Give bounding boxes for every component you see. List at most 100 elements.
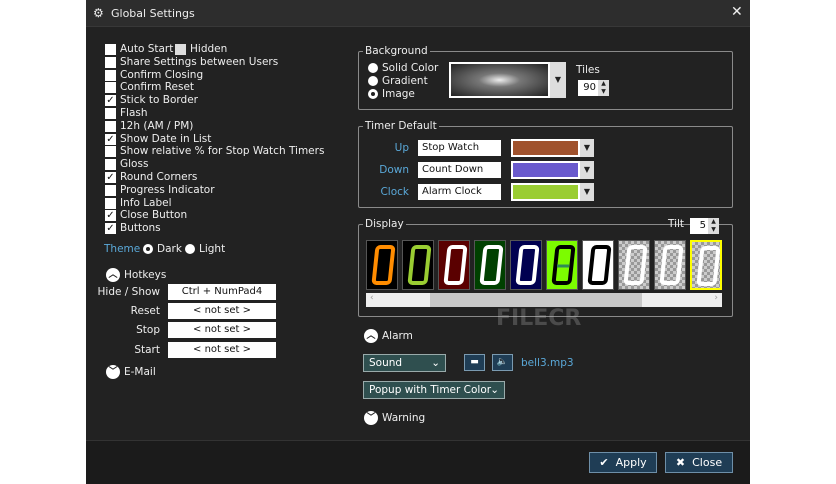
- apply-label: Apply: [615, 456, 647, 469]
- display-style-tile[interactable]: [474, 240, 506, 290]
- display-scrollbar[interactable]: ‹ ›: [366, 293, 722, 307]
- chevron-up-icon[interactable]: ︿: [106, 268, 120, 282]
- display-style-tile[interactable]: [618, 240, 650, 290]
- hotkey-label: Hide / Show: [97, 286, 160, 298]
- digit-zero: [623, 245, 648, 285]
- timer-color-swatch[interactable]: [511, 183, 580, 201]
- timer-type-label: Clock: [380, 186, 409, 198]
- hotkeys-header[interactable]: Hotkeys: [124, 269, 166, 281]
- close-button[interactable]: ✖ Close: [665, 452, 733, 473]
- option-label: Close Button: [120, 209, 188, 222]
- popup-select[interactable]: Popup with Timer Color ⌄: [363, 381, 505, 399]
- chevron-down-icon[interactable]: ▼: [580, 183, 594, 201]
- theme-light-label: Light: [199, 243, 226, 255]
- timer-color-swatch[interactable]: [511, 139, 580, 157]
- window-title: Global Settings: [111, 7, 195, 20]
- background-option-label: Solid Color: [382, 62, 439, 74]
- option-checkbox[interactable]: ✓: [105, 172, 116, 183]
- option-checkbox[interactable]: [105, 82, 116, 94]
- tiles-input[interactable]: 90: [578, 80, 598, 96]
- alarm-header[interactable]: Alarm: [382, 330, 413, 342]
- scroll-left-icon[interactable]: ‹: [370, 293, 374, 303]
- hidden-label: Hidden: [190, 43, 228, 55]
- theme-dark-radio[interactable]: [143, 244, 153, 254]
- hidden-checkbox[interactable]: [175, 44, 186, 55]
- scrollbar-thumb[interactable]: [430, 293, 642, 307]
- option-checkbox[interactable]: ✓: [105, 133, 116, 145]
- watermark: FILECR: [496, 306, 582, 331]
- timer-color-swatch[interactable]: [511, 161, 580, 179]
- hotkey-label: Stop: [136, 324, 160, 336]
- option-checkbox[interactable]: ✓: [105, 223, 116, 235]
- apply-button[interactable]: ✔ Apply: [589, 452, 657, 473]
- background-radio[interactable]: [368, 76, 378, 86]
- timer-name-input[interactable]: Stop Watch: [418, 140, 501, 156]
- option-checkbox[interactable]: [105, 197, 116, 209]
- digit-zero: [515, 245, 540, 285]
- display-style-tile[interactable]: [510, 240, 542, 290]
- chevron-down-icon[interactable]: ▼: [580, 161, 594, 179]
- option-checkbox[interactable]: ✓: [105, 95, 116, 107]
- chevron-down-icon[interactable]: ﹀: [106, 365, 120, 379]
- chevron-down-icon[interactable]: ﹀: [364, 411, 378, 425]
- close-label: Close: [692, 456, 723, 469]
- option-checkbox[interactable]: [105, 44, 116, 55]
- timer-name-input[interactable]: Alarm Clock: [418, 184, 501, 200]
- digit-zero: [587, 245, 612, 285]
- theme-label: Theme: [104, 243, 141, 255]
- hotkey-label: Reset: [130, 305, 160, 317]
- digit-zero: [443, 245, 468, 285]
- background-radio[interactable]: [368, 63, 378, 73]
- digit-zero: [551, 245, 576, 285]
- display-style-tile[interactable]: [582, 240, 614, 290]
- tilt-label: Tilt: [668, 218, 685, 230]
- background-option-label: Gradient: [382, 75, 428, 87]
- tilt-input[interactable]: 5: [690, 218, 708, 234]
- chevron-down-icon: ⌄: [490, 384, 499, 396]
- timer-name-input[interactable]: Count Down: [418, 162, 501, 178]
- tiles-stepper[interactable]: ▲ ▼: [598, 80, 609, 96]
- chevron-down-icon[interactable]: ▼: [580, 139, 594, 157]
- play-sound-button[interactable]: 🔈: [492, 354, 513, 371]
- global-settings-window: ⚙ Global Settings ✕ Auto Start Share Sett…: [86, 0, 750, 484]
- option-checkbox[interactable]: [105, 146, 116, 158]
- option-label: 12h (AM / PM): [120, 119, 194, 132]
- hotkey-input[interactable]: < not set >: [168, 322, 276, 338]
- option-label: Round Corners: [120, 171, 198, 183]
- hotkey-input[interactable]: < not set >: [168, 342, 276, 358]
- option-label: Confirm Closing: [120, 68, 204, 81]
- display-style-tile[interactable]: [690, 240, 722, 290]
- sound-file-link[interactable]: bell3.mp3: [521, 357, 574, 369]
- email-header[interactable]: E-Mail: [124, 366, 156, 378]
- display-style-tile[interactable]: [546, 240, 578, 290]
- scroll-right-icon[interactable]: ›: [714, 293, 718, 303]
- sound-select[interactable]: Sound ⌄: [363, 354, 446, 372]
- option-checkbox[interactable]: [105, 108, 116, 119]
- digit-zero: [407, 245, 432, 285]
- background-image-preview[interactable]: [449, 62, 550, 98]
- display-style-tile[interactable]: [438, 240, 470, 290]
- chevron-up-icon[interactable]: ︿: [364, 329, 378, 343]
- display-style-tile[interactable]: [402, 240, 434, 290]
- option-checkbox[interactable]: [105, 120, 116, 132]
- option-checkbox[interactable]: [105, 56, 116, 68]
- close-icon[interactable]: ✕: [731, 4, 743, 20]
- option-checkbox[interactable]: [105, 159, 116, 171]
- theme-light-radio[interactable]: [185, 244, 195, 254]
- option-checkbox[interactable]: [105, 69, 116, 81]
- timer-type-label: Down: [379, 164, 409, 176]
- chevron-down-icon[interactable]: ▼: [550, 62, 566, 98]
- background-radio[interactable]: [368, 89, 378, 99]
- tilt-stepper[interactable]: ▲ ▼: [708, 218, 719, 234]
- sound-select-value: Sound: [369, 357, 403, 369]
- hotkey-input[interactable]: < not set >: [168, 303, 276, 319]
- display-style-tile[interactable]: [654, 240, 686, 290]
- warning-header[interactable]: Warning: [382, 412, 425, 424]
- option-label: Flash: [120, 107, 148, 119]
- option-checkbox[interactable]: [105, 184, 116, 196]
- open-folder-button[interactable]: ▬: [464, 354, 485, 371]
- display-style-tile[interactable]: [366, 240, 398, 290]
- option-checkbox[interactable]: ✓: [105, 210, 116, 222]
- option-label: Stick to Border: [120, 94, 198, 107]
- hotkey-input[interactable]: Ctrl + NumPad4: [168, 284, 276, 300]
